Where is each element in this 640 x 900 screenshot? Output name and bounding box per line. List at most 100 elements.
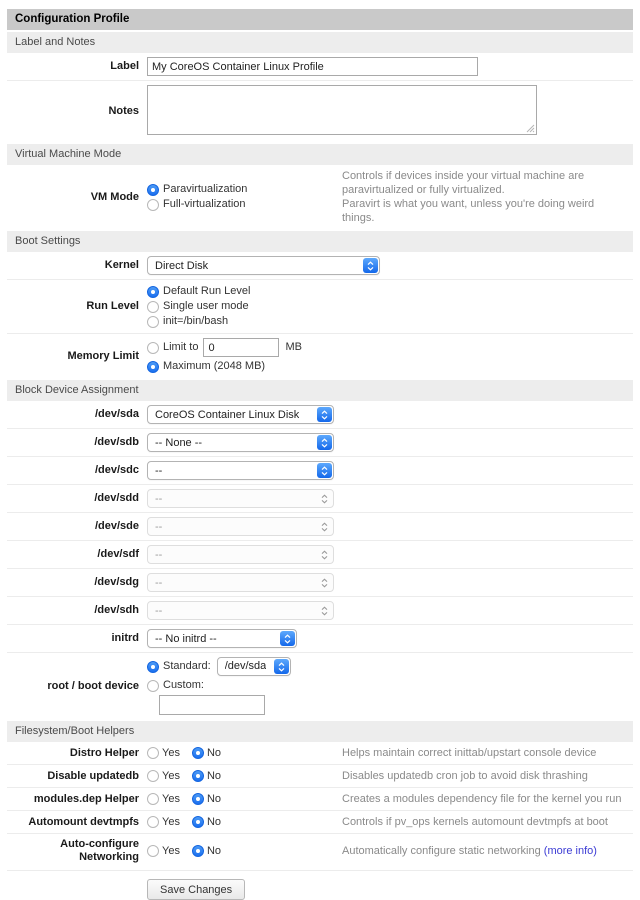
modules-dep-help: Creates a modules dependency file for th… xyxy=(342,792,633,806)
kernel-select[interactable]: Direct Disk xyxy=(147,256,380,275)
initrd-label: initrd xyxy=(7,632,147,645)
run-level-label: Run Level xyxy=(7,300,147,313)
device-sdh-label: /dev/sdh xyxy=(7,604,147,617)
device-row-sde: /dev/sde -- xyxy=(7,512,633,540)
notes-row: Notes xyxy=(7,80,633,142)
root-boot-device-label: root / boot device xyxy=(7,680,147,693)
distro-helper-no-radio[interactable] xyxy=(192,747,204,759)
full-virtualization-radio[interactable] xyxy=(147,199,159,211)
initrd-select[interactable]: -- No initrd -- xyxy=(147,629,297,648)
paravirtualization-radio[interactable] xyxy=(147,184,159,196)
standard-root-device-select[interactable]: /dev/sda xyxy=(217,657,291,676)
disable-updatedb-label: Disable updatedb xyxy=(7,770,147,783)
vm-mode-help-line-1: Controls if devices inside your virtual … xyxy=(342,169,627,183)
limit-to-radio[interactable] xyxy=(147,342,159,354)
device-sdb-label: /dev/sdb xyxy=(7,436,147,449)
automount-devtmpfs-row: Automount devtmpfs Yes No Controls if pv… xyxy=(7,810,633,833)
device-sdd-select: -- xyxy=(147,489,334,508)
device-sda-select[interactable]: CoreOS Container Linux Disk xyxy=(147,405,334,424)
auto-configure-yes-radio[interactable] xyxy=(147,845,159,857)
select-stepper-icon xyxy=(274,659,289,674)
select-stepper-disabled-icon xyxy=(318,550,330,560)
disable-updatedb-no-radio[interactable] xyxy=(192,770,204,782)
distro-helper-row: Distro Helper Yes No Helps maintain corr… xyxy=(7,742,633,764)
vm-mode-row: VM Mode Paravirtualization Full-virtuali… xyxy=(7,165,633,229)
custom-root-option-label: Custom: xyxy=(163,678,204,693)
default-run-level-radio[interactable] xyxy=(147,286,159,298)
maximum-memory-option-label: Maximum (2048 MB) xyxy=(163,359,265,374)
save-changes-button[interactable]: Save Changes xyxy=(147,879,245,900)
device-sdb-select-value: -- None -- xyxy=(155,437,202,449)
device-row-sdb: /dev/sdb -- None -- xyxy=(7,428,633,456)
modules-dep-no-radio[interactable] xyxy=(192,793,204,805)
kernel-row: Kernel Direct Disk xyxy=(7,252,633,279)
memory-limit-unit: MB xyxy=(285,340,302,355)
initrd-select-value: -- No initrd -- xyxy=(155,633,217,645)
modules-dep-helper-label: modules.dep Helper xyxy=(7,793,147,806)
auto-configure-networking-label: Auto-configure Networking xyxy=(7,838,147,864)
memory-limit-label: Memory Limit xyxy=(7,350,147,363)
select-stepper-disabled-icon xyxy=(318,578,330,588)
auto-configure-yes-label: Yes xyxy=(162,845,180,857)
disable-updatedb-yes-label: Yes xyxy=(162,770,180,782)
custom-root-radio[interactable] xyxy=(147,680,159,692)
section-header-virtual-machine-mode: Virtual Machine Mode xyxy=(7,144,633,165)
select-stepper-disabled-icon xyxy=(318,522,330,532)
auto-configure-networking-row: Auto-configure Networking Yes No Automat… xyxy=(7,833,633,868)
automount-devtmpfs-yes-label: Yes xyxy=(162,816,180,828)
select-stepper-icon xyxy=(363,258,378,273)
device-sdf-label: /dev/sdf xyxy=(7,548,147,561)
device-row-sdg: /dev/sdg -- xyxy=(7,568,633,596)
device-row-sdf: /dev/sdf -- xyxy=(7,540,633,568)
device-sdb-select[interactable]: -- None -- xyxy=(147,433,334,452)
auto-configure-no-radio[interactable] xyxy=(192,845,204,857)
automount-devtmpfs-help: Controls if pv_ops kernels automount dev… xyxy=(342,815,633,829)
memory-limit-input[interactable] xyxy=(203,338,279,357)
single-user-mode-radio[interactable] xyxy=(147,301,159,313)
kernel-label: Kernel xyxy=(7,259,147,272)
device-row-sdc: /dev/sdc -- xyxy=(7,456,633,484)
more-info-link[interactable]: (more info) xyxy=(544,845,597,857)
device-sdc-select-value: -- xyxy=(155,465,162,477)
init-bin-bash-option-label: init=/bin/bash xyxy=(163,314,228,329)
default-run-level-option-label: Default Run Level xyxy=(163,284,250,299)
custom-root-device-input[interactable] xyxy=(159,695,265,715)
modules-dep-yes-label: Yes xyxy=(162,793,180,805)
section-header-block-device-assignment: Block Device Assignment xyxy=(7,380,633,401)
select-stepper-disabled-icon xyxy=(318,606,330,616)
vm-mode-label: VM Mode xyxy=(7,191,147,204)
device-row-sda: /dev/sda CoreOS Container Linux Disk xyxy=(7,401,633,428)
device-sdg-label: /dev/sdg xyxy=(7,576,147,589)
limit-to-option-label: Limit to xyxy=(163,340,198,355)
root-boot-device-row: root / boot device Standard: /dev/sda Cu… xyxy=(7,652,633,719)
device-sdc-select[interactable]: -- xyxy=(147,461,334,480)
device-sdh-select-value: -- xyxy=(155,605,162,617)
device-sda-label: /dev/sda xyxy=(7,408,147,421)
label-input[interactable] xyxy=(147,57,478,76)
device-sdc-label: /dev/sdc xyxy=(7,464,147,477)
automount-devtmpfs-yes-radio[interactable] xyxy=(147,816,159,828)
device-sdh-select: -- xyxy=(147,601,334,620)
distro-helper-label: Distro Helper xyxy=(7,747,147,760)
distro-helper-yes-label: Yes xyxy=(162,747,180,759)
standard-root-device-select-value: /dev/sda xyxy=(225,659,267,674)
distro-helper-no-label: No xyxy=(207,747,221,759)
modules-dep-yes-radio[interactable] xyxy=(147,793,159,805)
distro-helper-yes-radio[interactable] xyxy=(147,747,159,759)
maximum-memory-radio[interactable] xyxy=(147,361,159,373)
standard-root-radio[interactable] xyxy=(147,661,159,673)
device-sde-select-value: -- xyxy=(155,521,162,533)
disable-updatedb-yes-radio[interactable] xyxy=(147,770,159,782)
vm-mode-help: Controls if devices inside your virtual … xyxy=(342,169,633,225)
init-bin-bash-radio[interactable] xyxy=(147,316,159,328)
section-header-boot-settings: Boot Settings xyxy=(7,231,633,252)
disable-updatedb-help: Disables updatedb cron job to avoid disk… xyxy=(342,769,633,783)
page-title: Configuration Profile xyxy=(7,9,633,30)
select-stepper-icon xyxy=(280,631,295,646)
device-sdf-select: -- xyxy=(147,545,334,564)
automount-devtmpfs-no-radio[interactable] xyxy=(192,816,204,828)
resize-grip-icon[interactable] xyxy=(526,124,535,133)
memory-limit-row: Memory Limit Limit to MB Maximum (2048 M… xyxy=(7,333,633,378)
notes-textarea[interactable] xyxy=(147,85,537,135)
device-sde-label: /dev/sde xyxy=(7,520,147,533)
